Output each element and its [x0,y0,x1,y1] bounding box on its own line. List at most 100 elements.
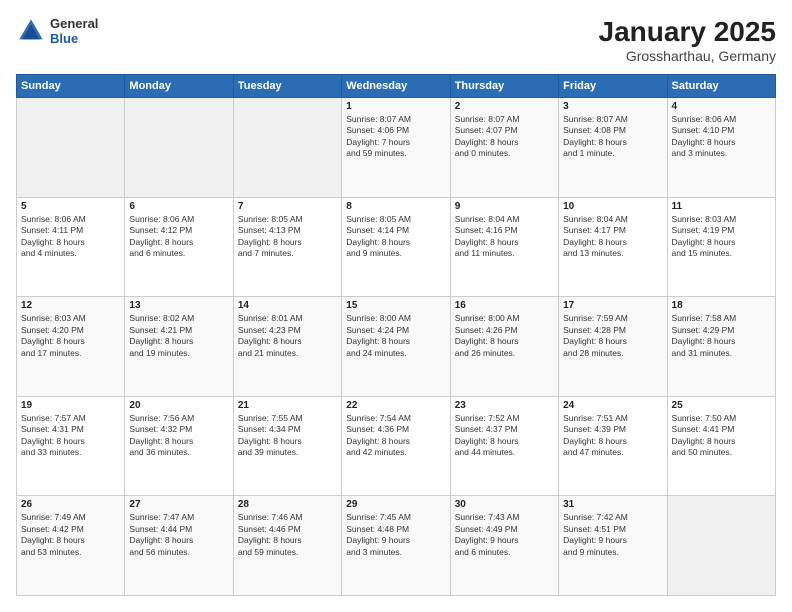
page: General Blue January 2025 Grossharthau, … [0,0,792,612]
day-number: 19 [21,400,120,411]
table-row: 15 Sunrise: 8:00 AM Sunset: 4:24 PM Dayli… [342,297,450,397]
col-monday: Monday [125,75,233,98]
day-info: Sunrise: 8:06 AM Sunset: 4:10 PM Dayligh… [672,114,771,160]
table-row: 13Sunrise: 8:02 AM Sunset: 4:21 PM Dayli… [125,297,233,397]
day-number: 14 [238,300,337,311]
day-number: 5 [21,201,120,212]
table-row: 10 Sunrise: 8:04 AM Sunset: 4:17 PM Dayli… [559,197,667,297]
day-info: Sunrise: 8:07 AM Sunset: 4:07 PM Dayligh… [455,114,554,160]
day-info: Sunrise: 7:43 AM Sunset: 4:49 PM Dayligh… [455,512,554,558]
day-number: 31 [563,499,662,510]
table-row: 20 Sunrise: 7:56 AM Sunset: 4:32 PM Dayli… [125,396,233,496]
table-row: 18Sunrise: 7:58 AM Sunset: 4:29 PM Dayli… [667,297,775,397]
day-number: 4 [672,101,771,112]
table-row: 12 Sunrise: 8:03 AM Sunset: 4:20 PM Dayli… [17,297,125,397]
table-row: 28 Sunrise: 7:46 AM Sunset: 4:46 PM Dayli… [233,496,341,596]
day-number: 10 [563,201,662,212]
day-info: Sunrise: 7:55 AM Sunset: 4:34 PM Dayligh… [238,413,337,459]
day-info: Sunrise: 8:04 AM Sunset: 4:16 PM Dayligh… [455,214,554,260]
day-number: 11 [672,201,771,212]
table-row: 3 Sunrise: 8:07 AM Sunset: 4:08 PM Daylig… [559,98,667,198]
col-saturday: Saturday [667,75,775,98]
calendar-title: January 2025 [599,16,776,48]
day-number: 6 [129,201,228,212]
day-number: 30 [455,499,554,510]
day-number: 16 [455,300,554,311]
table-row: 2Sunrise: 8:07 AM Sunset: 4:07 PM Daylig… [450,98,558,198]
day-number: 1 [346,101,445,112]
day-number: 13 [129,300,228,311]
table-row [125,98,233,198]
table-row: 1 Sunrise: 8:07 AM Sunset: 4:06 PM Daylig… [342,98,450,198]
day-number: 28 [238,499,337,510]
table-row: 14 Sunrise: 8:01 AM Sunset: 4:23 PM Dayli… [233,297,341,397]
table-row: 25Sunrise: 7:50 AM Sunset: 4:41 PM Dayli… [667,396,775,496]
table-row: 23 Sunrise: 7:52 AM Sunset: 4:37 PM Dayli… [450,396,558,496]
table-row: 16 Sunrise: 8:00 AM Sunset: 4:26 PM Dayli… [450,297,558,397]
day-number: 18 [672,300,771,311]
table-row: 11 Sunrise: 8:03 AM Sunset: 4:19 PM Dayli… [667,197,775,297]
day-info: Sunrise: 8:03 AM Sunset: 4:19 PM Dayligh… [672,214,771,260]
day-info: Sunrise: 7:45 AM Sunset: 4:48 PM Dayligh… [346,512,445,558]
header: General Blue January 2025 Grossharthau, … [16,16,776,64]
day-info: Sunrise: 8:00 AM Sunset: 4:24 PM Dayligh… [346,313,445,359]
table-row: 19Sunrise: 7:57 AM Sunset: 4:31 PM Dayli… [17,396,125,496]
day-number: 20 [129,400,228,411]
day-number: 8 [346,201,445,212]
logo-text: General Blue [50,16,98,46]
day-number: 17 [563,300,662,311]
day-info: Sunrise: 8:03 AM Sunset: 4:20 PM Dayligh… [21,313,120,359]
table-row: 8Sunrise: 8:05 AM Sunset: 4:14 PM Daylig… [342,197,450,297]
day-number: 26 [21,499,120,510]
col-sunday: Sunday [17,75,125,98]
day-info: Sunrise: 7:46 AM Sunset: 4:46 PM Dayligh… [238,512,337,558]
calendar-week-row: 5Sunrise: 8:06 AM Sunset: 4:11 PM Daylig… [17,197,776,297]
table-row: 22Sunrise: 7:54 AM Sunset: 4:36 PM Dayli… [342,396,450,496]
day-number: 15 [346,300,445,311]
day-info: Sunrise: 7:56 AM Sunset: 4:32 PM Dayligh… [129,413,228,459]
table-row [17,98,125,198]
table-row: 26 Sunrise: 7:49 AM Sunset: 4:42 PM Dayli… [17,496,125,596]
table-row [233,98,341,198]
col-thursday: Thursday [450,75,558,98]
table-row: 29Sunrise: 7:45 AM Sunset: 4:48 PM Dayli… [342,496,450,596]
calendar-week-row: 19Sunrise: 7:57 AM Sunset: 4:31 PM Dayli… [17,396,776,496]
calendar-week-row: 12 Sunrise: 8:03 AM Sunset: 4:20 PM Dayli… [17,297,776,397]
day-number: 7 [238,201,337,212]
day-info: Sunrise: 8:00 AM Sunset: 4:26 PM Dayligh… [455,313,554,359]
day-info: Sunrise: 7:49 AM Sunset: 4:42 PM Dayligh… [21,512,120,558]
table-row: 5Sunrise: 8:06 AM Sunset: 4:11 PM Daylig… [17,197,125,297]
day-info: Sunrise: 8:01 AM Sunset: 4:23 PM Dayligh… [238,313,337,359]
day-info: Sunrise: 8:07 AM Sunset: 4:06 PM Dayligh… [346,114,445,160]
logo-blue: Blue [50,31,98,46]
day-info: Sunrise: 7:50 AM Sunset: 4:41 PM Dayligh… [672,413,771,459]
table-row: 30 Sunrise: 7:43 AM Sunset: 4:49 PM Dayli… [450,496,558,596]
day-info: Sunrise: 8:05 AM Sunset: 4:13 PM Dayligh… [238,214,337,260]
calendar-table: Sunday Monday Tuesday Wednesday Thursday… [16,74,776,596]
calendar-header-row: Sunday Monday Tuesday Wednesday Thursday… [17,75,776,98]
day-info: Sunrise: 7:42 AM Sunset: 4:51 PM Dayligh… [563,512,662,558]
day-number: 12 [21,300,120,311]
day-number: 22 [346,400,445,411]
day-number: 23 [455,400,554,411]
table-row: 21 Sunrise: 7:55 AM Sunset: 4:34 PM Dayli… [233,396,341,496]
day-number: 27 [129,499,228,510]
table-row: 7 Sunrise: 8:05 AM Sunset: 4:13 PM Daylig… [233,197,341,297]
table-row: 9 Sunrise: 8:04 AM Sunset: 4:16 PM Daylig… [450,197,558,297]
day-info: Sunrise: 8:07 AM Sunset: 4:08 PM Dayligh… [563,114,662,160]
table-row: 17Sunrise: 7:59 AM Sunset: 4:28 PM Dayli… [559,297,667,397]
day-info: Sunrise: 7:52 AM Sunset: 4:37 PM Dayligh… [455,413,554,459]
table-row [667,496,775,596]
day-number: 9 [455,201,554,212]
day-info: Sunrise: 8:04 AM Sunset: 4:17 PM Dayligh… [563,214,662,260]
col-wednesday: Wednesday [342,75,450,98]
day-number: 3 [563,101,662,112]
calendar-week-row: 1 Sunrise: 8:07 AM Sunset: 4:06 PM Daylig… [17,98,776,198]
table-row: 24Sunrise: 7:51 AM Sunset: 4:39 PM Dayli… [559,396,667,496]
table-row: 6Sunrise: 8:06 AM Sunset: 4:12 PM Daylig… [125,197,233,297]
table-row: 27 Sunrise: 7:47 AM Sunset: 4:44 PM Dayli… [125,496,233,596]
day-info: Sunrise: 7:47 AM Sunset: 4:44 PM Dayligh… [129,512,228,558]
title-block: January 2025 Grossharthau, Germany [599,16,776,64]
day-number: 21 [238,400,337,411]
logo: General Blue [16,16,98,46]
